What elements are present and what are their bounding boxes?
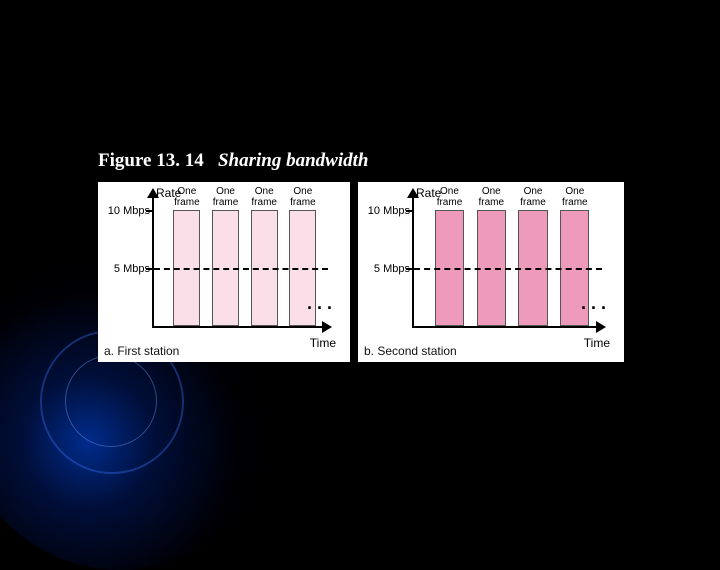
x-axis — [152, 326, 324, 328]
y-tick-label: 5 Mbps — [374, 263, 410, 275]
x-axis — [412, 326, 598, 328]
frame-bar-label: Oneframe — [290, 186, 316, 208]
frame-bar-label: Oneframe — [437, 186, 463, 208]
x-axis-label: Time — [584, 336, 610, 350]
ellipsis: . . . — [581, 293, 606, 314]
frame-bar-label: Oneframe — [213, 186, 239, 208]
panel-second-station: Rate Time OneframeOneframeOneframeOnefra… — [358, 182, 624, 362]
y-tick-label: 5 Mbps — [114, 263, 150, 275]
ellipsis: . . . — [307, 293, 332, 314]
frame-bar-label: Oneframe — [520, 186, 546, 208]
x-axis-label: Time — [310, 336, 336, 350]
frame-bar-label: Oneframe — [251, 186, 277, 208]
panel-subcaption: b. Second station — [364, 344, 457, 358]
frame-bar-label: Oneframe — [562, 186, 588, 208]
reference-line-5mbps — [154, 268, 328, 270]
bars-a: Oneframe Oneframe Oneframe Oneframe — [154, 188, 328, 326]
slide: Figure 13. 14 Sharing bandwidth Rate Tim… — [0, 0, 720, 540]
frame-bar-label: Oneframe — [174, 186, 200, 208]
figure-caption: Figure 13. 14 Sharing bandwidth — [98, 150, 368, 172]
plot-a: Rate Time OneframeOneframeOneframeOnefra… — [110, 188, 328, 334]
figure-number: Figure 13. 14 — [98, 150, 204, 171]
plot-b: Rate Time OneframeOneframeOneframeOnefra… — [370, 188, 602, 334]
panel-first-station: Rate Time OneframeOneframeOneframeOnefra… — [98, 182, 350, 362]
bars-b: Oneframe Oneframe Oneframe Oneframe — [414, 188, 602, 326]
frame-bar-label: Oneframe — [478, 186, 504, 208]
y-tick-label: 10 Mbps — [368, 205, 410, 217]
panel-subcaption: a. First station — [104, 344, 179, 358]
figure-title: Sharing bandwidth — [218, 150, 369, 171]
y-tick-label: 10 Mbps — [108, 205, 150, 217]
reference-line-5mbps — [414, 268, 602, 270]
